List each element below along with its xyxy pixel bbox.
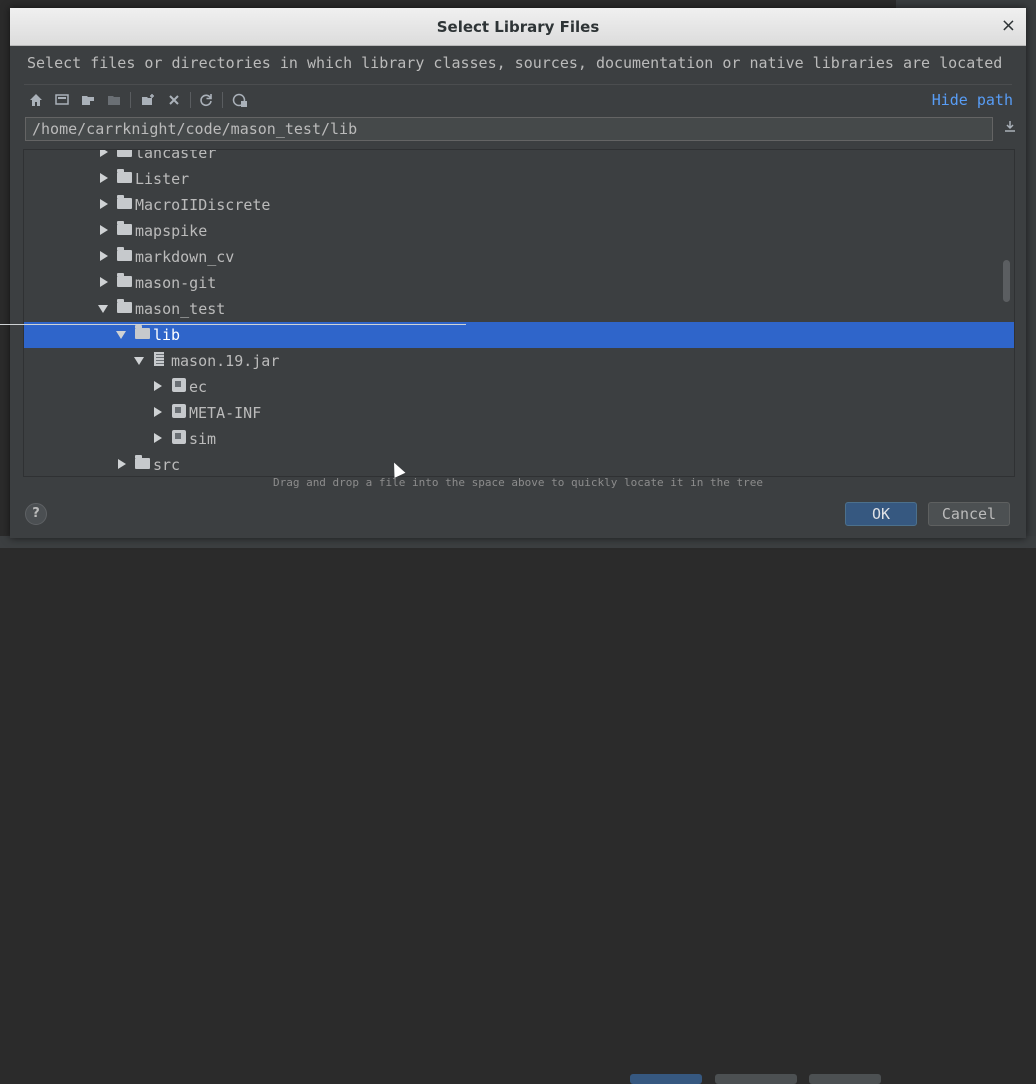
drag-line bbox=[0, 324, 466, 325]
folder-icon bbox=[117, 299, 132, 313]
toolbar-separator bbox=[190, 92, 191, 108]
expand-arrow-icon[interactable] bbox=[100, 277, 108, 287]
folder-icon bbox=[135, 325, 150, 339]
tree-row[interactable]: mason-git bbox=[24, 270, 1014, 296]
toolbar-separator bbox=[130, 92, 131, 108]
package-icon bbox=[172, 378, 186, 392]
expand-arrow-icon[interactable] bbox=[154, 433, 162, 443]
tree-row-label: mason.19.jar bbox=[171, 352, 280, 370]
expand-arrow-icon[interactable] bbox=[100, 173, 108, 183]
expand-arrow-icon[interactable] bbox=[100, 225, 108, 235]
download-icon[interactable] bbox=[1004, 120, 1016, 136]
dialog-title: Select Library Files bbox=[436, 18, 600, 36]
tree-row-label: mason-git bbox=[135, 274, 217, 292]
tree-row[interactable]: MacroIIDiscrete bbox=[24, 192, 1014, 218]
select-library-files-dialog: Select Library Files × Select files or d… bbox=[10, 8, 1026, 538]
dialog-description: Select files or directories in which lib… bbox=[27, 54, 1003, 72]
background-button bbox=[809, 1074, 881, 1084]
project-folder-icon[interactable] bbox=[78, 90, 98, 110]
tree-row[interactable]: lancaster bbox=[24, 149, 1014, 166]
tree-row-label: mason_test bbox=[135, 300, 226, 318]
background-button bbox=[630, 1074, 702, 1084]
title-bar[interactable]: Select Library Files × bbox=[10, 8, 1026, 46]
jar-icon bbox=[154, 352, 164, 366]
drag-drop-hint: Drag and drop a file into the space abov… bbox=[272, 476, 764, 489]
tree-row-label: lancaster bbox=[135, 149, 217, 162]
tree-row-label: markdown_cv bbox=[135, 248, 235, 266]
tree-row-label: META-INF bbox=[189, 404, 262, 422]
package-icon bbox=[172, 430, 186, 444]
tree-row-label: mapspike bbox=[135, 222, 208, 240]
tree-row[interactable]: mason_test bbox=[24, 296, 1014, 322]
ok-button[interactable]: OK bbox=[845, 502, 917, 526]
file-tree[interactable]: lancaster Lister MacroIIDiscrete mapspik… bbox=[23, 149, 1015, 477]
collapse-arrow-icon[interactable] bbox=[98, 305, 108, 313]
tree-row-label: ec bbox=[189, 378, 208, 396]
tree-row[interactable]: META-INF bbox=[24, 400, 1014, 426]
tree-row[interactable]: ec bbox=[24, 374, 1014, 400]
tree-row[interactable]: Lister bbox=[24, 166, 1014, 192]
desktop-icon[interactable] bbox=[52, 90, 72, 110]
cancel-button[interactable]: Cancel bbox=[928, 502, 1010, 526]
package-icon bbox=[172, 404, 186, 418]
folder-icon bbox=[117, 169, 132, 183]
folder-icon bbox=[117, 221, 132, 235]
folder-icon bbox=[135, 455, 150, 469]
collapse-arrow-icon[interactable] bbox=[134, 357, 144, 365]
expand-arrow-icon[interactable] bbox=[154, 381, 162, 391]
tree-row-label: Lister bbox=[135, 170, 190, 188]
tree-row[interactable]: mapspike bbox=[24, 218, 1014, 244]
expand-arrow-icon[interactable] bbox=[100, 251, 108, 261]
tree-row-selected[interactable]: lib bbox=[24, 322, 1014, 348]
folder-icon bbox=[117, 150, 132, 157]
tree-row-label: lib bbox=[153, 326, 181, 344]
collapse-arrow-icon[interactable] bbox=[116, 331, 126, 339]
help-button[interactable]: ? bbox=[25, 503, 47, 525]
module-folder-icon[interactable] bbox=[104, 90, 124, 110]
tree-row[interactable]: sim bbox=[24, 426, 1014, 452]
path-field[interactable]: /home/carrknight/code/mason_test/lib bbox=[25, 117, 993, 141]
tree-row-label: MacroIIDiscrete bbox=[135, 196, 271, 214]
delete-icon[interactable] bbox=[164, 90, 184, 110]
expand-arrow-icon[interactable] bbox=[118, 459, 126, 469]
tree-row-label: src bbox=[153, 456, 181, 474]
tree-row[interactable]: mason.19.jar bbox=[24, 348, 1014, 374]
home-icon[interactable] bbox=[26, 90, 46, 110]
tree-scrollbar[interactable] bbox=[1003, 260, 1010, 302]
folder-icon bbox=[117, 195, 132, 209]
folder-icon bbox=[117, 273, 132, 287]
tree-row[interactable]: src bbox=[24, 452, 1014, 476]
expand-arrow-icon[interactable] bbox=[154, 407, 162, 417]
tree-row[interactable]: markdown_cv bbox=[24, 244, 1014, 270]
expand-arrow-icon[interactable] bbox=[100, 199, 108, 209]
refresh-icon[interactable] bbox=[196, 90, 216, 110]
folder-icon bbox=[117, 247, 132, 261]
toolbar-separator bbox=[222, 92, 223, 108]
divider bbox=[24, 84, 1012, 85]
expand-arrow-icon[interactable] bbox=[100, 150, 108, 157]
show-hidden-icon[interactable] bbox=[230, 90, 250, 110]
background-button bbox=[715, 1074, 797, 1084]
hide-path-link[interactable]: Hide path bbox=[932, 91, 1013, 109]
tree-row-label: sim bbox=[189, 430, 217, 448]
close-icon[interactable]: × bbox=[1001, 15, 1016, 36]
new-folder-icon[interactable] bbox=[138, 90, 158, 110]
